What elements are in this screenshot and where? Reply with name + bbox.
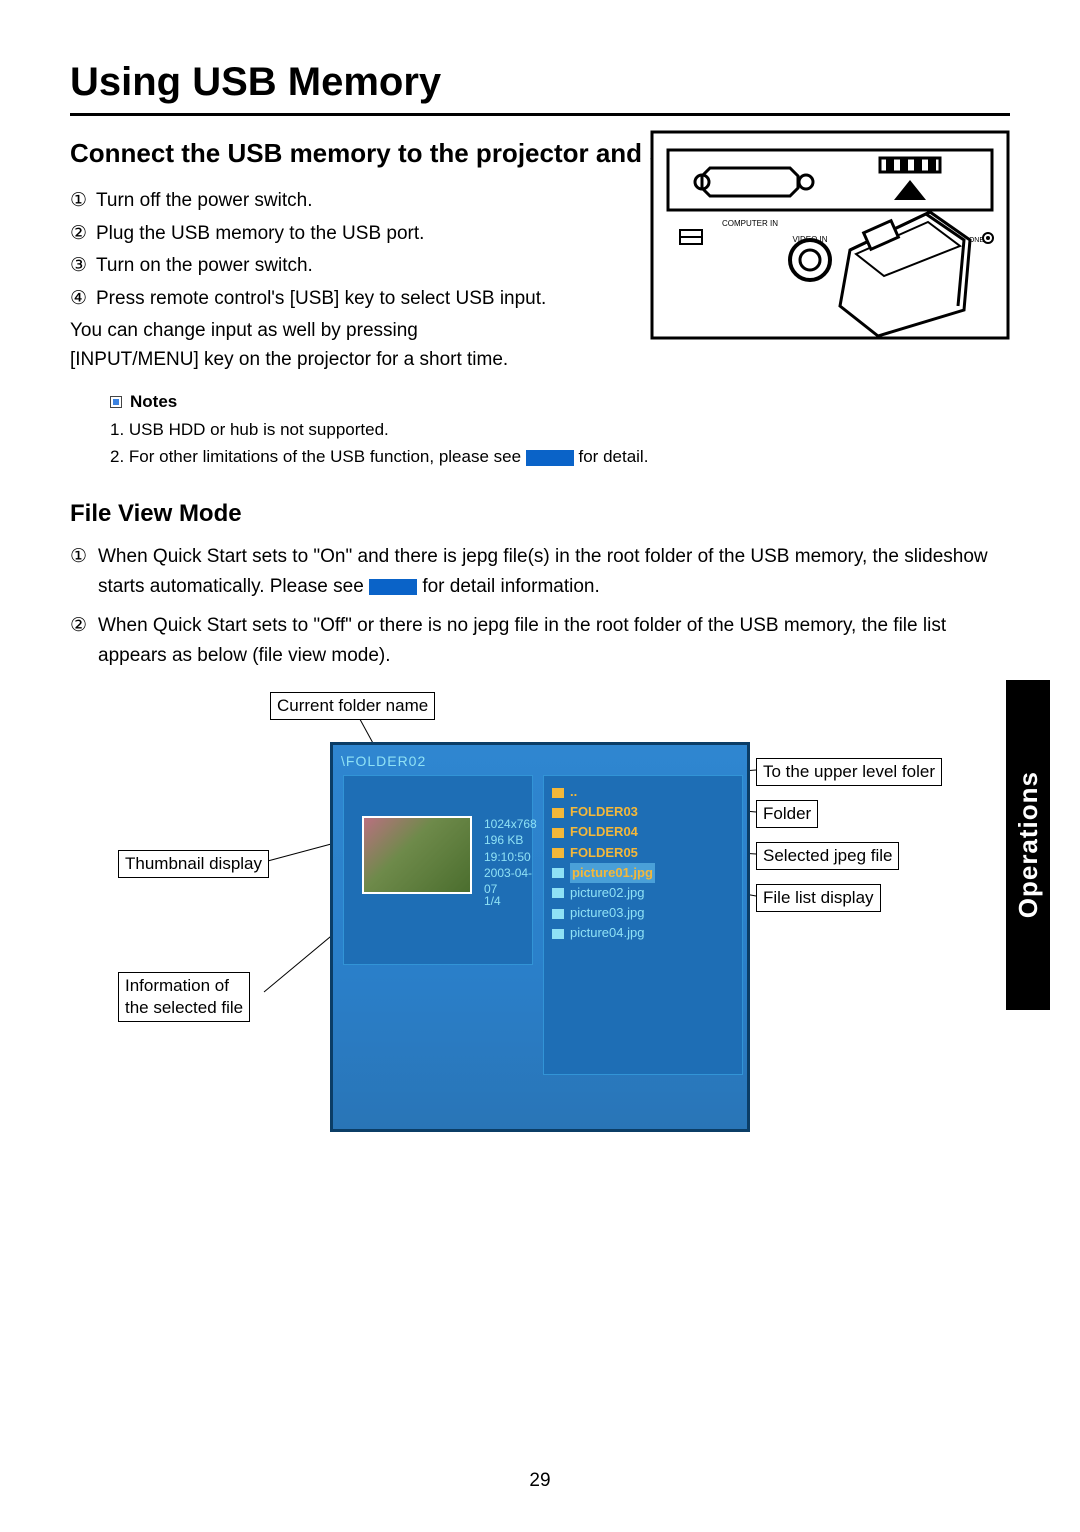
step-text: Turn off the power switch.	[96, 187, 313, 216]
file-item: picture02.jpg	[552, 883, 734, 903]
label-current-folder: Current folder name	[270, 692, 435, 720]
file-item: picture03.jpg	[552, 903, 734, 923]
section-heading-fileview: File View Mode	[70, 500, 1010, 528]
notes-list: 1. USB HDD or hub is not supported. 2. F…	[70, 416, 1010, 470]
folder-icon	[552, 788, 564, 798]
title-rule	[70, 113, 1010, 116]
folder-icon	[552, 848, 564, 858]
file-item: picture04.jpg	[552, 923, 734, 943]
notes-bullet-icon	[110, 396, 122, 408]
step-text: Press remote control's [USB] key to sele…	[96, 285, 546, 314]
step-number: ①	[70, 542, 98, 601]
fileview-list: ① When Quick Start sets to "On" and ther…	[70, 542, 1010, 670]
steps-list: ①Turn off the power switch. ②Plug the US…	[70, 187, 550, 313]
label-computer-in: COMPUTER IN	[722, 219, 778, 228]
selected-file: picture01.jpg	[552, 863, 734, 883]
file-view-diagram: \FOLDER02 1024x768 196 KB 19:10:50 2003-…	[70, 682, 1010, 1202]
page-title: Using USB Memory	[70, 60, 1010, 105]
file-icon	[552, 888, 564, 898]
projector-illustration: COMPUTER IN VIDEO IN \DPHONE	[650, 130, 1010, 340]
step-number: ②	[70, 220, 96, 249]
step-number: ④	[70, 285, 96, 314]
step-text: When Quick Start sets to "On" and there …	[98, 542, 1010, 601]
label-file-list: File list display	[756, 884, 881, 912]
page-reference-icon	[526, 450, 574, 466]
left-panel: 1024x768 196 KB 19:10:50 2003-04-07 1/4	[343, 775, 533, 965]
folder-item: FOLDER03	[552, 802, 734, 822]
folder-item: FOLDER04	[552, 822, 734, 842]
label-folder: Folder	[756, 800, 818, 828]
file-icon	[552, 909, 564, 919]
label-upper: To the upper level foler	[756, 758, 942, 786]
file-list-panel: .. FOLDER03 FOLDER04 FOLDER05 picture01.…	[543, 775, 743, 1075]
up-folder: ..	[552, 782, 734, 802]
step-text: Turn on the power switch.	[96, 252, 313, 281]
current-folder-path: \FOLDER02	[341, 753, 426, 769]
file-icon	[552, 929, 564, 939]
notes-heading: Notes	[70, 392, 1010, 412]
file-icon	[552, 868, 564, 878]
projector-screen: \FOLDER02 1024x768 196 KB 19:10:50 2003-…	[330, 742, 750, 1132]
page-number: 29	[0, 1470, 1080, 1492]
label-selected: Selected jpeg file	[756, 842, 899, 870]
folder-item: FOLDER05	[552, 843, 734, 863]
step-number: ②	[70, 611, 98, 670]
folder-icon	[552, 828, 564, 838]
page-reference-icon	[369, 579, 417, 595]
note-item: 1. USB HDD or hub is not supported.	[110, 416, 1010, 443]
thumbnail	[362, 816, 472, 894]
file-counter: 1/4	[484, 894, 501, 908]
paragraph: You can change input as well by pressing…	[70, 317, 550, 374]
file-metadata: 1024x768 196 KB 19:10:50 2003-04-07	[484, 816, 537, 897]
label-thumbnail: Thumbnail display	[118, 850, 269, 878]
step-number: ③	[70, 252, 96, 281]
note-item: 2. For other limitations of the USB func…	[110, 443, 1010, 470]
label-info: Information of the selected file	[118, 972, 250, 1022]
section-tab: Operations	[1006, 680, 1050, 1010]
folder-icon	[552, 808, 564, 818]
step-number: ①	[70, 187, 96, 216]
step-text: Plug the USB memory to the USB port.	[96, 220, 424, 249]
step-text: When Quick Start sets to "Off" or there …	[98, 611, 1010, 670]
